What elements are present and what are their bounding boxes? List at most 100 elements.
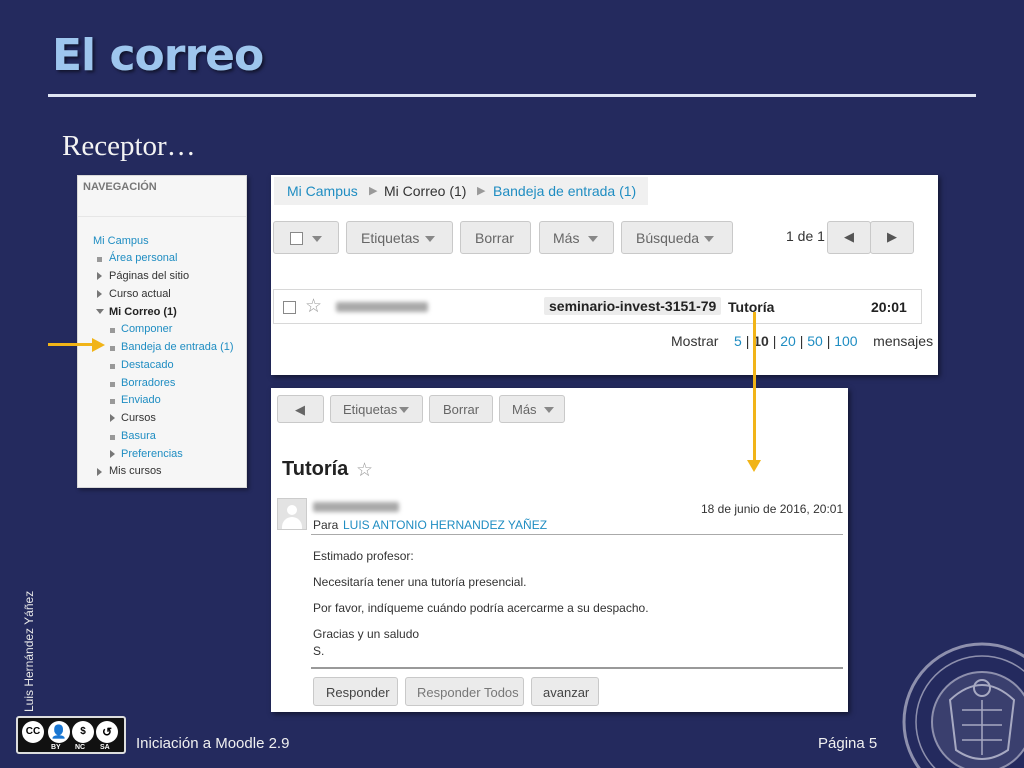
message-view-screenshot: ◀ Etiquetas Borrar Más Tutoría ☆ 18 de j…	[271, 388, 848, 712]
to-label: Para	[313, 518, 339, 532]
forward-label: avanzar	[543, 685, 590, 700]
paging-separator: |	[745, 333, 750, 349]
chevron-down-icon	[588, 236, 598, 242]
nav-item-componer[interactable]: Componer	[121, 323, 172, 335]
breadcrumb-mi-correo[interactable]: Mi Correo (1)	[384, 183, 466, 199]
expand-icon[interactable]	[97, 272, 102, 280]
borrar-label: Borrar	[443, 402, 480, 417]
expand-icon[interactable]	[97, 290, 102, 298]
etiquetas-button[interactable]: Etiquetas	[330, 395, 423, 423]
nav-item-mi-campus[interactable]: Mi Campus	[93, 235, 149, 247]
nav-item-area-personal[interactable]: Área personal	[109, 252, 178, 264]
title-divider	[48, 94, 976, 97]
creative-commons-badge: CC 👤 $ ↺ BY NC SA	[16, 716, 126, 754]
nav-item-cursos[interactable]: Cursos	[121, 412, 156, 424]
recipient-link[interactable]: LUIS ANTONIO HERNANDEZ YAÑEZ	[343, 518, 547, 532]
cc-icon: CC	[22, 721, 44, 743]
reply-button[interactable]: Responder	[313, 677, 398, 706]
page-size-5[interactable]: 5	[734, 333, 742, 349]
page-number: Página 5	[818, 735, 878, 752]
message-title: Tutoría	[282, 458, 349, 480]
collapse-icon[interactable]	[96, 309, 104, 314]
navigation-header: NAVEGACIÓN	[83, 181, 157, 193]
borrar-label: Borrar	[475, 230, 514, 246]
paging-separator: |	[799, 333, 804, 349]
select-all-dropdown[interactable]	[273, 221, 339, 254]
license-sa-label: SA	[100, 744, 110, 751]
paging-suffix: mensajes	[873, 333, 934, 349]
borrar-button[interactable]: Borrar	[429, 395, 493, 423]
etiquetas-button[interactable]: Etiquetas	[346, 221, 453, 254]
paging-prefix: Mostrar	[671, 333, 719, 349]
back-button[interactable]: ◀	[277, 395, 324, 423]
page-size-20[interactable]: 20	[780, 333, 796, 349]
arrow-right-icon	[92, 338, 105, 352]
sender-name-blurred	[336, 302, 428, 312]
breadcrumb-mi-campus[interactable]: Mi Campus	[287, 183, 358, 199]
message-checkbox[interactable]	[283, 301, 296, 314]
inbox-screenshot: Mi Campus ▶ Mi Correo (1) ▶ Bandeja de e…	[271, 175, 938, 375]
avatar-head	[287, 505, 297, 515]
message-body-line: Necesitaría tener una tutoría presencial…	[313, 575, 527, 589]
busqueda-button[interactable]: Búsqueda	[621, 221, 733, 254]
bullet-icon	[110, 364, 115, 369]
select-all-checkbox[interactable]	[290, 232, 303, 245]
mas-label: Más	[553, 230, 580, 246]
message-body-line: Estimado profesor:	[313, 549, 414, 563]
forward-button[interactable]: avanzar	[531, 677, 599, 706]
attribution-icon: 👤	[48, 721, 70, 743]
mas-button[interactable]: Más	[539, 221, 614, 254]
chevron-down-icon	[425, 236, 435, 242]
expand-icon[interactable]	[110, 450, 115, 458]
license-nc-label: NC	[75, 744, 86, 751]
university-seal-logo	[902, 642, 1024, 768]
nav-item-borradores[interactable]: Borradores	[121, 377, 175, 389]
message-row[interactable]: ☆ seminario-invest-3151-79 Tutoría 20:01	[273, 289, 922, 324]
paging-separator: |	[826, 333, 831, 349]
chevron-down-icon	[544, 407, 554, 413]
next-page-button[interactable]: ▶	[870, 221, 914, 254]
star-icon[interactable]: ☆	[305, 295, 322, 318]
breadcrumb-separator-icon: ▶	[369, 185, 378, 197]
mas-button[interactable]: Más	[499, 395, 565, 423]
reply-all-button[interactable]: Responder Todos	[405, 677, 524, 706]
nav-item-bandeja-de-entrada[interactable]: Bandeja de entrada (1)	[121, 341, 234, 353]
course-tag: seminario-invest-3151-79	[544, 297, 722, 315]
page-size-50[interactable]: 50	[807, 333, 823, 349]
slide-title: El correo	[52, 30, 264, 81]
arrow-down-icon	[747, 460, 761, 472]
breadcrumb-bandeja[interactable]: Bandeja de entrada (1)	[493, 183, 636, 199]
bullet-icon	[97, 257, 102, 262]
expand-icon[interactable]	[97, 468, 102, 476]
star-icon[interactable]: ☆	[356, 459, 373, 482]
message-date: 18 de junio de 2016, 20:01	[701, 502, 844, 516]
bullet-icon	[110, 435, 115, 440]
slide-subtitle: Receptor…	[62, 130, 196, 162]
nav-item-mis-cursos[interactable]: Mis cursos	[109, 465, 162, 477]
body-divider	[311, 667, 843, 669]
sharealike-icon: ↺	[96, 721, 118, 743]
arrow-left-icon: ◀	[295, 402, 305, 417]
avatar-body	[282, 517, 302, 529]
nav-item-enviado[interactable]: Enviado	[121, 394, 161, 406]
connector-arrow-line	[753, 312, 756, 462]
prev-page-button[interactable]: ◀	[827, 221, 871, 254]
expand-icon[interactable]	[110, 414, 115, 422]
navigation-panel: NAVEGACIÓN Mi Campus Área personal Págin…	[77, 175, 247, 488]
mas-label: Más	[512, 402, 537, 417]
message-body-line: Por favor, indíqueme cuándo podría acerc…	[313, 601, 649, 615]
nav-item-paginas-del-sitio[interactable]: Páginas del sitio	[109, 270, 189, 282]
nav-item-basura[interactable]: Basura	[121, 430, 156, 442]
message-subject[interactable]: Tutoría	[728, 299, 774, 315]
navigation-divider	[78, 216, 246, 217]
nav-item-curso-actual[interactable]: Curso actual	[109, 288, 171, 300]
nav-item-mi-correo[interactable]: Mi Correo (1)	[109, 306, 177, 318]
chevron-down-icon	[399, 407, 409, 413]
avatar	[277, 498, 307, 530]
arrow-right-icon: ▶	[887, 229, 897, 244]
license-by-label: BY	[51, 744, 61, 751]
nav-item-destacado[interactable]: Destacado	[121, 359, 174, 371]
nav-item-preferencias[interactable]: Preferencias	[121, 448, 183, 460]
page-size-100[interactable]: 100	[834, 333, 857, 349]
borrar-button[interactable]: Borrar	[460, 221, 531, 254]
